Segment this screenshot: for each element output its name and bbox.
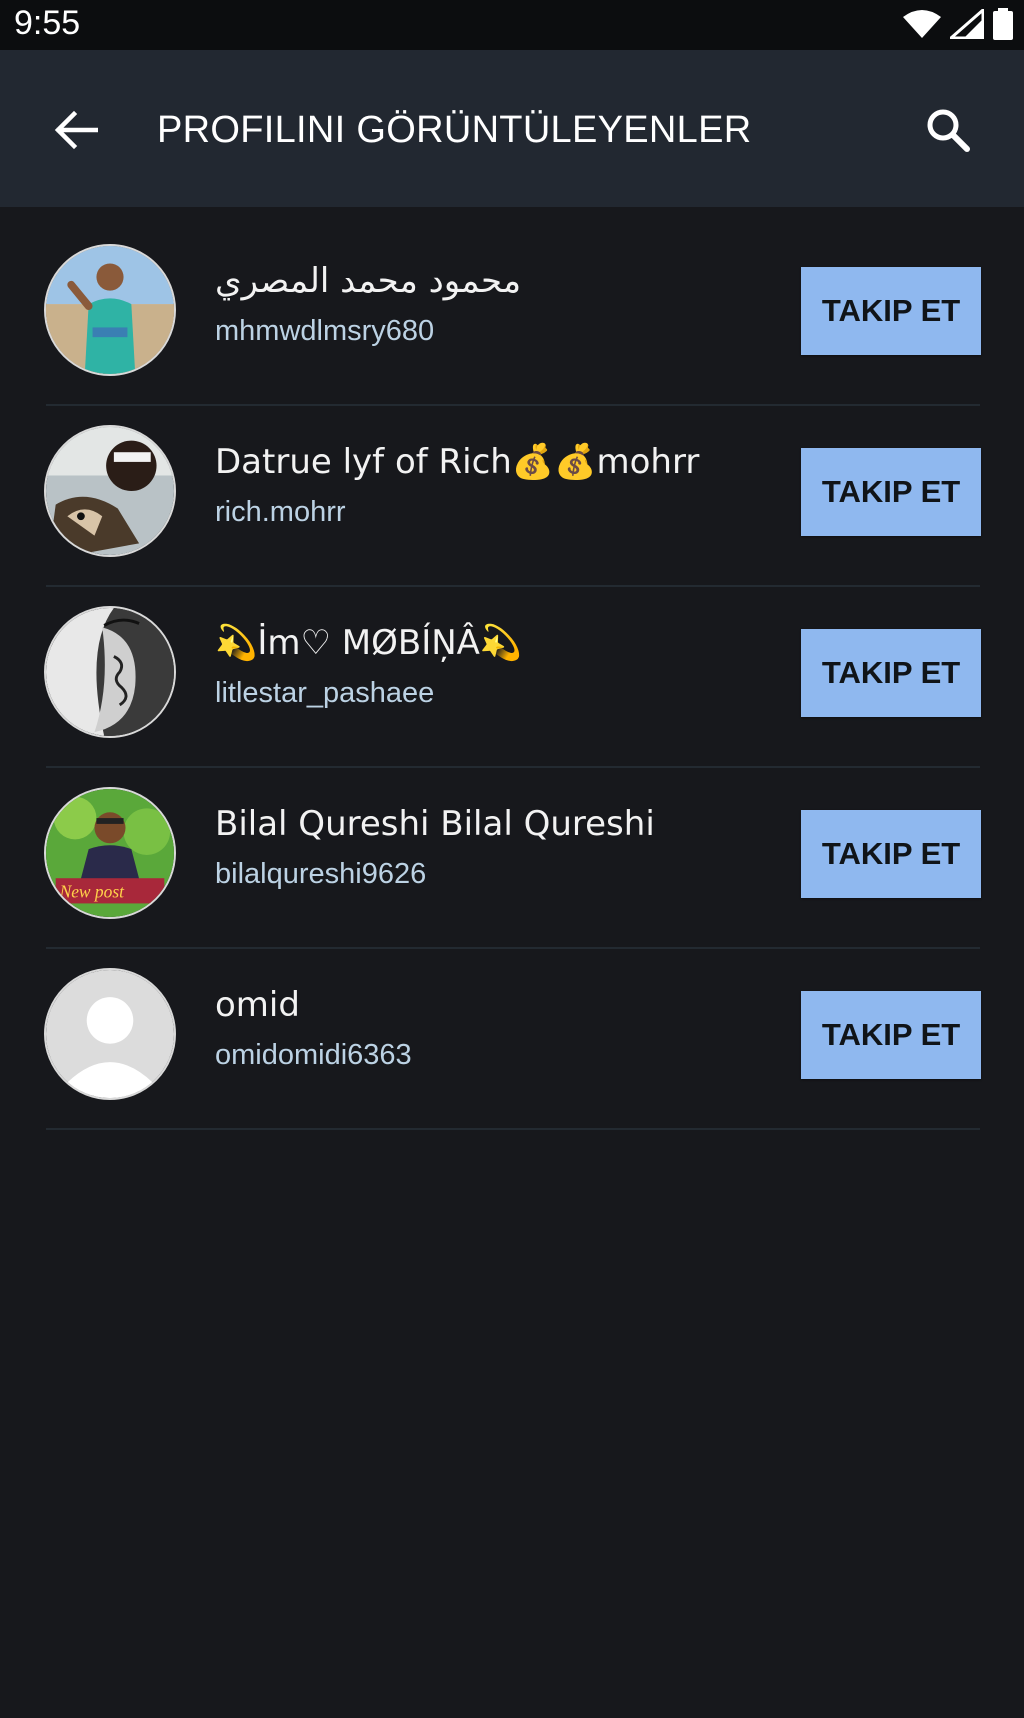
viewer-name: omid <box>215 985 300 1025</box>
status-icons <box>902 4 1014 44</box>
viewer-name: Bilal Qureshi Bilal Qureshi <box>215 804 655 844</box>
list-item[interactable]: New post Bilal Qureshi Bilal Qureshi bil… <box>0 768 1024 949</box>
follow-button[interactable]: TAKIP ET <box>801 810 981 898</box>
follow-button[interactable]: TAKIP ET <box>801 267 981 355</box>
page-title: PROFILINI GÖRÜNTÜLEYENLER <box>157 109 752 151</box>
signal-icon <box>950 9 984 39</box>
list-item[interactable]: محمود محمد المصري mhmwdlmsry680 TAKIP ET <box>0 225 1024 406</box>
divider <box>46 1128 980 1130</box>
viewer-username: bilalqureshi9626 <box>215 858 427 890</box>
viewer-username: rich.mohrr <box>215 496 346 528</box>
avatar[interactable]: New post <box>44 787 176 919</box>
follow-button[interactable]: TAKIP ET <box>801 991 981 1079</box>
viewer-name: 💫İm♡ MØBÍŅÂ💫 <box>215 623 523 663</box>
list-item[interactable]: 💫İm♡ MØBÍŅÂ💫 litlestar_pashaee TAKIP ET <box>0 587 1024 768</box>
follow-button[interactable]: TAKIP ET <box>801 629 981 717</box>
viewers-list: محمود محمد المصري mhmwdlmsry680 TAKIP ET… <box>0 225 1024 1130</box>
avatar[interactable] <box>44 968 176 1100</box>
search-button[interactable] <box>912 102 984 162</box>
list-item[interactable]: omid omidomidi6363 TAKIP ET <box>0 949 1024 1130</box>
wifi-icon <box>902 9 942 39</box>
viewer-name: محمود محمد المصري <box>215 261 522 301</box>
viewer-username: litlestar_pashaee <box>215 677 435 709</box>
battery-icon <box>992 8 1014 40</box>
status-time: 9:55 <box>14 4 81 42</box>
avatar[interactable] <box>44 244 176 376</box>
status-bar: 9:55 <box>0 0 1024 50</box>
avatar[interactable] <box>44 425 176 557</box>
avatar-overlay-text: New post <box>59 882 126 902</box>
avatar[interactable] <box>44 606 176 738</box>
viewer-username: omidomidi6363 <box>215 1039 412 1071</box>
app-bar: PROFILINI GÖRÜNTÜLEYENLER <box>0 50 1024 207</box>
list-item[interactable]: Datrue lyf of Rich💰💰mohrr rich.mohrr TAK… <box>0 406 1024 587</box>
viewer-username: mhmwdlmsry680 <box>215 315 435 347</box>
search-icon <box>925 107 971 158</box>
arrow-left-icon <box>54 110 99 155</box>
follow-button[interactable]: TAKIP ET <box>801 448 981 536</box>
back-button[interactable] <box>40 102 112 162</box>
viewer-name: Datrue lyf of Rich💰💰mohrr <box>215 442 700 482</box>
